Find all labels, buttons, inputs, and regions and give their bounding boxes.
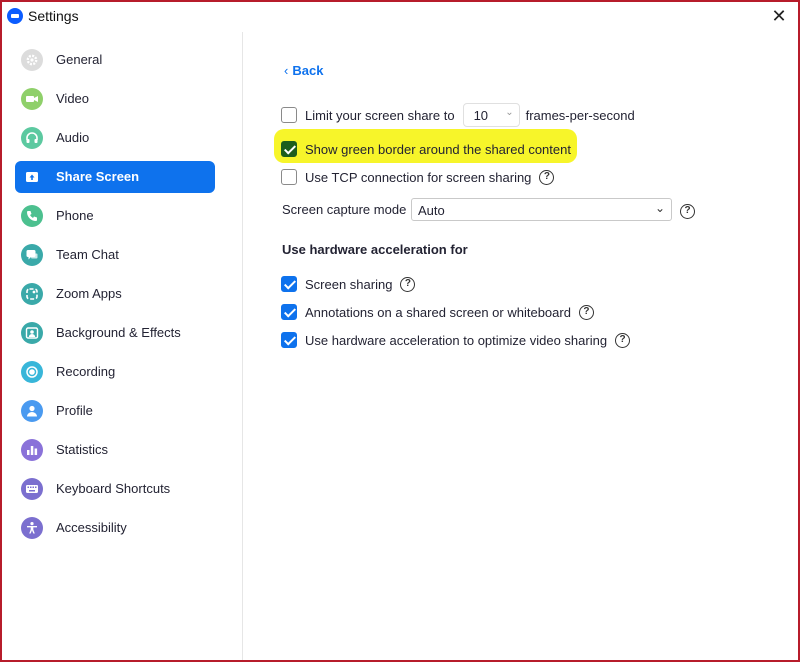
title-bar: Settings ✕ — [2, 2, 798, 32]
limit-fps-row: Limit your screen share to 10 ⌄ frames-p… — [281, 103, 635, 127]
accessibility-icon — [21, 517, 43, 539]
share-screen-icon — [21, 166, 43, 188]
sidebar-item-audio[interactable]: Audio — [15, 122, 215, 154]
chevron-left-icon: ‹ — [284, 63, 289, 78]
window-title: Settings — [28, 8, 79, 24]
hw-screen-sharing-label: Screen sharing — [305, 276, 393, 292]
hw-screen-sharing-checkbox[interactable] — [281, 276, 297, 292]
sidebar-item-label: General — [56, 52, 103, 67]
close-button[interactable]: ✕ — [768, 5, 790, 27]
zoom-logo-icon — [7, 8, 23, 24]
chat-icon — [21, 244, 43, 266]
video-camera-icon — [21, 88, 43, 110]
sidebar-item-share-screen[interactable]: Share Screen — [15, 161, 215, 193]
hw-acceleration-heading: Use hardware acceleration for — [282, 242, 468, 257]
sidebar-item-label: Zoom Apps — [56, 286, 122, 301]
hw-screen-sharing-row: Screen sharing ? — [281, 274, 416, 294]
apps-icon — [21, 283, 43, 305]
phone-icon — [21, 205, 43, 227]
hw-video-sharing-row: Use hardware acceleration to optimize vi… — [281, 330, 631, 350]
sidebar-item-general[interactable]: General — [15, 44, 215, 76]
sidebar-item-label: Video — [56, 91, 90, 106]
help-icon[interactable]: ? — [539, 169, 555, 185]
person-icon — [21, 400, 43, 422]
bar-chart-icon — [21, 439, 43, 461]
sidebar-item-profile[interactable]: Profile — [15, 395, 215, 427]
headphones-icon — [21, 127, 43, 149]
capture-mode-value: Auto — [418, 203, 445, 218]
sidebar-item-label: Accessibility — [56, 520, 127, 535]
sidebar-item-zoom-apps[interactable]: Zoom Apps — [15, 278, 215, 310]
help-icon[interactable]: ? — [615, 332, 631, 348]
keyboard-icon — [21, 478, 43, 500]
background-icon — [21, 322, 43, 344]
back-label: Back — [292, 63, 324, 78]
sidebar-item-label: Audio — [56, 130, 90, 145]
capture-mode-label: Screen capture mode — [282, 202, 407, 217]
share-screen-settings-panel: ‹ Back Limit your screen share to 10 ⌄ fr… — [244, 32, 798, 660]
sidebar-item-background-effects[interactable]: Background & Effects — [15, 317, 215, 349]
sidebar-item-label: Recording — [56, 364, 116, 379]
capture-mode-select[interactable]: Auto ⌄ — [411, 198, 672, 221]
sidebar-item-statistics[interactable]: Statistics — [15, 434, 215, 466]
tcp-label: Use TCP connection for screen sharing — [305, 169, 532, 185]
hw-annotations-row: Annotations on a shared screen or whiteb… — [281, 302, 594, 322]
tcp-checkbox[interactable] — [281, 169, 297, 185]
limit-fps-checkbox[interactable] — [281, 107, 297, 123]
fps-select[interactable]: 10 ⌄ — [462, 103, 520, 127]
sidebar-item-team-chat[interactable]: Team Chat — [15, 239, 215, 271]
sidebar-item-label: Profile — [56, 403, 93, 418]
chevron-down-icon: ⌄ — [654, 201, 665, 215]
help-icon[interactable]: ? — [400, 276, 416, 292]
sidebar-item-label: Team Chat — [56, 247, 119, 262]
hw-annotations-checkbox[interactable] — [281, 304, 297, 320]
tcp-row: Use TCP connection for screen sharing ? — [281, 167, 555, 187]
record-icon — [21, 361, 43, 383]
sidebar-item-label: Share Screen — [56, 169, 140, 184]
fps-value: 10 — [473, 108, 489, 123]
sidebar-item-label: Phone — [56, 208, 94, 223]
sidebar-item-video[interactable]: Video — [15, 83, 215, 115]
sidebar-item-recording[interactable]: Recording — [15, 356, 215, 388]
fps-suffix-label: frames-per-second — [525, 107, 635, 123]
hw-annotations-label: Annotations on a shared screen or whiteb… — [305, 304, 571, 320]
sidebar-item-accessibility[interactable]: Accessibility — [15, 512, 215, 544]
sidebar-item-label: Keyboard Shortcuts — [56, 481, 171, 496]
gear-icon — [21, 49, 43, 71]
hw-video-sharing-label: Use hardware acceleration to optimize vi… — [305, 332, 608, 348]
sidebar-item-phone[interactable]: Phone — [15, 200, 215, 232]
help-icon[interactable]: ? — [680, 204, 695, 219]
help-icon[interactable]: ? — [578, 304, 594, 320]
green-border-label: Show green border around the shared cont… — [305, 141, 571, 157]
back-link[interactable]: ‹ Back — [284, 63, 323, 78]
sidebar-item-keyboard-shortcuts[interactable]: Keyboard Shortcuts — [15, 473, 215, 505]
sidebar-item-label: Background & Effects — [56, 325, 181, 340]
green-border-checkbox[interactable] — [281, 141, 297, 157]
settings-sidebar: General Video Audio Share Screen Phone T… — [2, 32, 243, 660]
settings-window: Settings ✕ General Video Audio Share Scr… — [0, 0, 800, 662]
green-border-row: Show green border around the shared cont… — [281, 139, 571, 159]
limit-fps-label: Limit your screen share to — [305, 107, 455, 123]
hw-video-sharing-checkbox[interactable] — [281, 332, 297, 348]
sidebar-item-label: Statistics — [56, 442, 109, 457]
chevron-down-icon: ⌄ — [505, 107, 514, 118]
